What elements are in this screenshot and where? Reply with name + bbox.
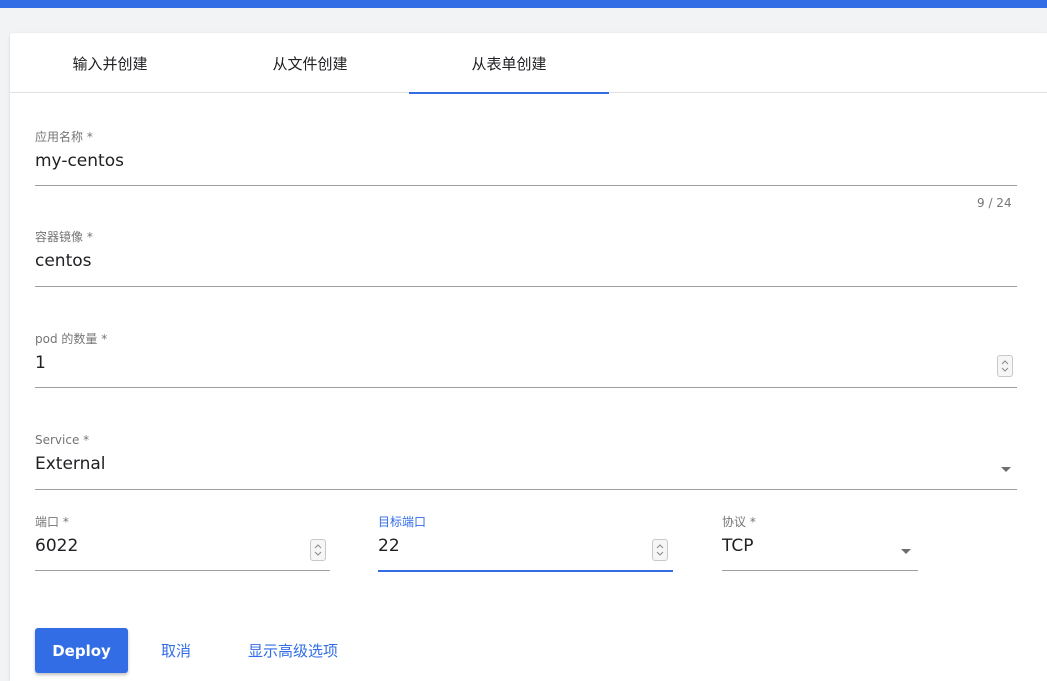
service-label: Service * — [35, 433, 90, 447]
pod-count-stepper[interactable] — [997, 355, 1013, 377]
port-label: 端口 * — [35, 515, 69, 529]
protocol-label: 协议 * — [722, 515, 756, 529]
target-port-label: 目标端口 — [378, 515, 427, 529]
stepper-arrows-icon — [656, 544, 664, 556]
cancel-button[interactable]: 取消 — [161, 628, 191, 673]
stepper-arrows-icon — [1001, 360, 1009, 372]
tab-create-from-form[interactable]: 从表单创建 — [409, 33, 609, 94]
create-card: 输入并创建 从文件创建 从表单创建 应用名称 * my-centos 9 / 2… — [10, 33, 1047, 681]
chevron-down-icon — [1001, 467, 1011, 472]
target-port-stepper[interactable] — [652, 539, 668, 561]
container-image-underline — [35, 286, 1017, 287]
pod-count-underline — [35, 387, 1017, 388]
service-underline — [35, 489, 1017, 490]
top-app-bar — [0, 0, 1047, 8]
tab-label: 从表单创建 — [471, 54, 547, 73]
target-port-field[interactable]: 目标端口 22 — [378, 514, 673, 572]
port-underline — [35, 570, 330, 571]
protocol-value: TCP — [722, 536, 754, 556]
stepper-arrows-icon — [314, 544, 322, 556]
chevron-down-icon — [901, 549, 911, 554]
app-name-label: 应用名称 * — [35, 130, 93, 144]
container-image-input[interactable]: centos — [35, 245, 1017, 273]
pod-count-input[interactable]: 1 — [35, 347, 1017, 375]
deploy-button[interactable]: Deploy — [35, 628, 128, 673]
port-field[interactable]: 端口 * 6022 — [35, 514, 330, 571]
tab-create-from-input[interactable]: 输入并创建 — [10, 33, 210, 93]
create-tabs: 输入并创建 从文件创建 从表单创建 — [10, 33, 1047, 94]
service-select[interactable]: Service * External — [35, 432, 1017, 490]
app-name-input[interactable]: my-centos — [35, 145, 1017, 173]
tab-label: 从文件创建 — [272, 54, 348, 73]
target-port-underline — [378, 570, 673, 572]
container-image-label: 容器镜像 * — [35, 230, 93, 244]
tab-create-from-file[interactable]: 从文件创建 — [210, 33, 410, 93]
app-name-char-counter: 9 / 24 — [977, 196, 1012, 210]
tab-label: 输入并创建 — [72, 54, 148, 73]
service-value: External — [35, 454, 106, 474]
app-name-underline — [35, 185, 1017, 186]
container-image-field[interactable]: 容器镜像 * centos — [35, 229, 1017, 287]
pod-count-label: pod 的数量 * — [35, 332, 108, 346]
protocol-select[interactable]: 协议 * TCP — [722, 514, 918, 571]
app-name-field[interactable]: 应用名称 * my-centos — [35, 129, 1017, 186]
protocol-underline — [722, 570, 918, 571]
pod-count-field[interactable]: pod 的数量 * 1 — [35, 331, 1017, 388]
target-port-input[interactable]: 22 — [378, 530, 673, 558]
port-stepper[interactable] — [310, 539, 326, 561]
show-advanced-options-button[interactable]: 显示高级选项 — [248, 628, 338, 673]
port-input[interactable]: 6022 — [35, 530, 330, 558]
